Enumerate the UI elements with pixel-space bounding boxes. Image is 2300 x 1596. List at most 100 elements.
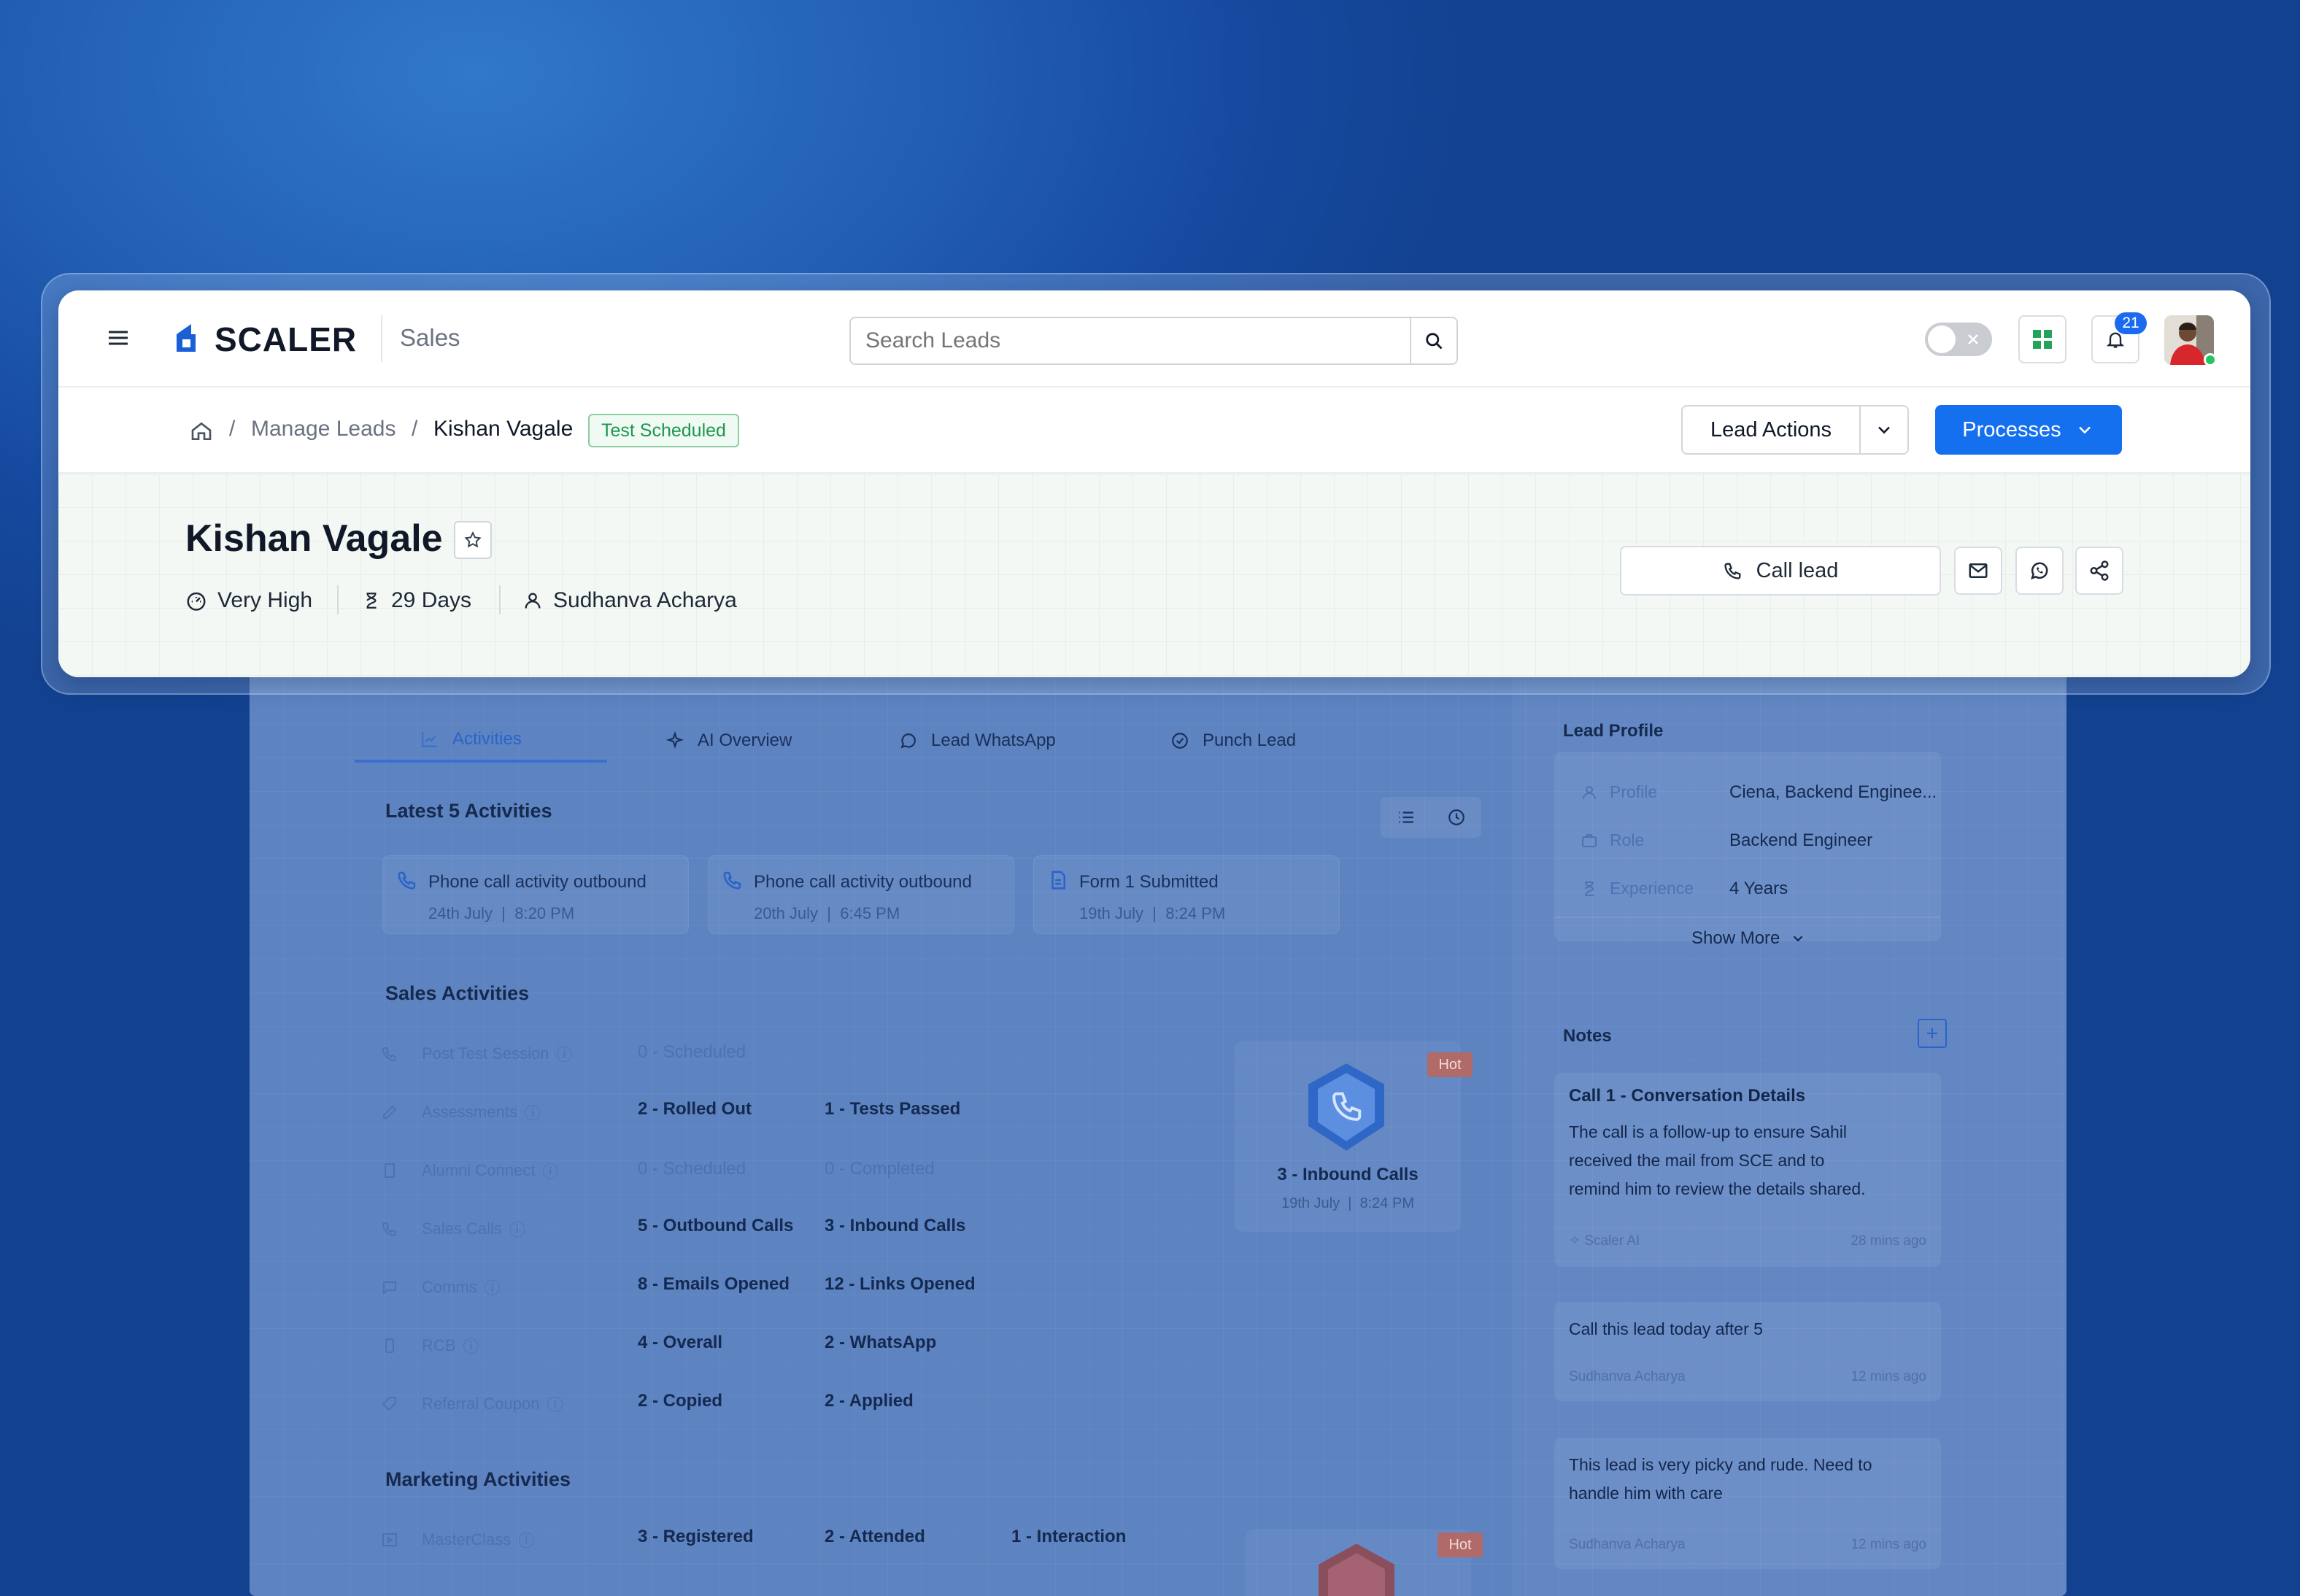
toggle-knob — [1928, 325, 1956, 353]
note-card[interactable]: Call 1 - Conversation Details The call i… — [1554, 1073, 1941, 1267]
chat-icon — [383, 1281, 396, 1295]
document-icon — [1051, 871, 1065, 890]
sparkle-icon — [665, 731, 684, 749]
activity-title: Form 1 Submitted — [1079, 872, 1219, 892]
sales-row-label: RCB ⓘ — [385, 1334, 479, 1357]
info-icon: ⓘ — [484, 1279, 501, 1298]
phone-icon — [723, 871, 741, 890]
show-more-button[interactable]: Show More — [1691, 928, 1806, 949]
row-label-text: MasterClass — [422, 1530, 512, 1549]
profile-field-label: Experience — [1581, 879, 1694, 898]
breadcrumb-separator: / — [229, 417, 236, 441]
online-status-dot — [2204, 353, 2217, 366]
tab-punch-lead[interactable]: Punch Lead — [1170, 719, 1296, 763]
phone-icon — [398, 871, 416, 890]
sales-row-label: Post Test Session ⓘ — [382, 1042, 572, 1065]
view-toggle — [1381, 797, 1481, 838]
activity-card[interactable]: Form 1 Submitted 19th July | 8:24 PM — [1033, 855, 1340, 934]
favorite-button[interactable] — [454, 521, 492, 559]
gauge-icon — [187, 592, 206, 611]
theme-toggle[interactable] — [1925, 323, 1992, 356]
show-more-label: Show More — [1691, 928, 1780, 948]
home-icon[interactable] — [190, 420, 213, 443]
list-view-button[interactable] — [1381, 797, 1431, 838]
note-text: Call this lead today after 5 — [1569, 1319, 1763, 1338]
activity-time: 8:20 PM — [514, 904, 575, 922]
sales-row-value: 2 - WhatsApp — [825, 1333, 937, 1352]
star-icon — [464, 531, 482, 548]
divider — [1554, 917, 1941, 918]
add-note-button[interactable] — [1918, 1019, 1947, 1048]
note-text: The call is a follow-up to ensure Sahil — [1569, 1122, 1847, 1141]
sales-row-value: 2 - Copied — [638, 1391, 723, 1411]
sales-row-value: 0 - Scheduled — [638, 1159, 746, 1179]
activity-title: Phone call activity outbound — [428, 872, 647, 892]
search-icon — [1426, 333, 1443, 350]
share-button[interactable] — [2075, 547, 2123, 595]
search-button[interactable] — [1410, 318, 1456, 363]
profile-field-label: Role — [1581, 830, 1644, 850]
activity-title: Phone call activity outbound — [754, 872, 972, 892]
tab-activities[interactable]: Activities — [355, 719, 607, 763]
divider — [337, 585, 339, 614]
profile-field-value: Ciena, Backend Enginee... — [1729, 782, 1937, 802]
profile-label-text: Profile — [1610, 782, 1658, 801]
tab-lead-whatsapp[interactable]: Lead WhatsApp — [899, 719, 1056, 763]
search-box — [849, 317, 1458, 365]
call-lead-label: Call lead — [1756, 558, 1839, 582]
tab-label: AI Overview — [698, 730, 792, 750]
activity-card[interactable]: Phone call activity outbound 24th July |… — [382, 855, 689, 934]
brand-name: SCALER — [215, 320, 358, 358]
row-label-text: Comms — [422, 1278, 477, 1296]
note-text: remind him to review the details shared. — [1569, 1179, 1866, 1198]
row-label-text: RCB — [422, 1336, 456, 1354]
sales-row-value: 2 - Rolled Out — [638, 1099, 752, 1119]
tab-ai-overview[interactable]: AI Overview — [665, 719, 792, 763]
timeline-view-button[interactable] — [1431, 797, 1481, 838]
menu-button[interactable] — [108, 327, 128, 349]
lead-age: 29 Days — [362, 588, 471, 613]
notification-badge: 21 — [2115, 312, 2147, 334]
whatsapp-icon — [900, 733, 916, 749]
priority-value: Very High — [217, 588, 313, 612]
user-icon — [525, 593, 541, 609]
processes-button[interactable]: Processes — [1935, 405, 2122, 455]
activity-date: 24th July — [428, 904, 493, 922]
mobile-icon — [385, 1338, 394, 1353]
check-circle-icon — [1172, 733, 1188, 749]
info-icon: ⓘ — [547, 1396, 563, 1414]
lead-actions-button[interactable]: Lead Actions — [1683, 406, 1861, 453]
activity-card[interactable]: Phone call activity outbound 20th July |… — [708, 855, 1014, 934]
note-card[interactable]: Call this lead today after 5 Sudhanva Ac… — [1554, 1302, 1941, 1401]
breadcrumb-current: Kishan Vagale — [433, 417, 574, 441]
note-author: ✧ Scaler AI — [1569, 1233, 1640, 1249]
call-lead-button[interactable]: Call lead — [1620, 546, 1941, 595]
apps-button[interactable] — [2018, 315, 2066, 363]
sales-row-value: 4 - Overall — [638, 1333, 723, 1352]
note-time: 28 mins ago — [1851, 1233, 1926, 1249]
row-label-text: Post Test Session — [422, 1044, 549, 1063]
breadcrumb-manage-leads[interactable]: Manage Leads — [251, 417, 396, 442]
sales-row-value: 12 - Links Opened — [825, 1274, 976, 1294]
row-label-text: Sales Calls — [422, 1219, 503, 1238]
highlight-datetime: 19th July | 8:24 PM — [1281, 1195, 1414, 1211]
search-input[interactable] — [851, 318, 1410, 363]
priority: Very High — [185, 588, 312, 613]
highlight-card[interactable]: Hot 3 - Inbound Calls 19th July | 8:24 P… — [1235, 1041, 1473, 1232]
highlight-title: 3 - Inbound Calls — [1277, 1165, 1419, 1184]
email-button[interactable] — [1954, 547, 2002, 595]
whatsapp-button[interactable] — [2015, 547, 2064, 595]
plus-icon — [1927, 1028, 1937, 1038]
sales-row-label: Comms ⓘ — [383, 1276, 501, 1299]
list-icon — [1398, 812, 1413, 823]
note-card[interactable]: This lead is very picky and rude. Need t… — [1554, 1438, 1941, 1569]
info-icon: ⓘ — [518, 1532, 535, 1550]
marketing-highlight-card[interactable]: Hot — [1245, 1530, 1483, 1596]
lead-actions-toggle[interactable] — [1861, 406, 1907, 453]
user-icon — [1583, 785, 1596, 799]
marketing-activities-title: Marketing Activities — [385, 1468, 571, 1490]
note-text: This lead is very picky and rude. Need t… — [1569, 1455, 1872, 1474]
note-title: Call 1 - Conversation Details — [1569, 1086, 1806, 1106]
sales-row-label: Referral Coupon ⓘ — [382, 1392, 563, 1416]
info-icon: ⓘ — [509, 1221, 526, 1239]
